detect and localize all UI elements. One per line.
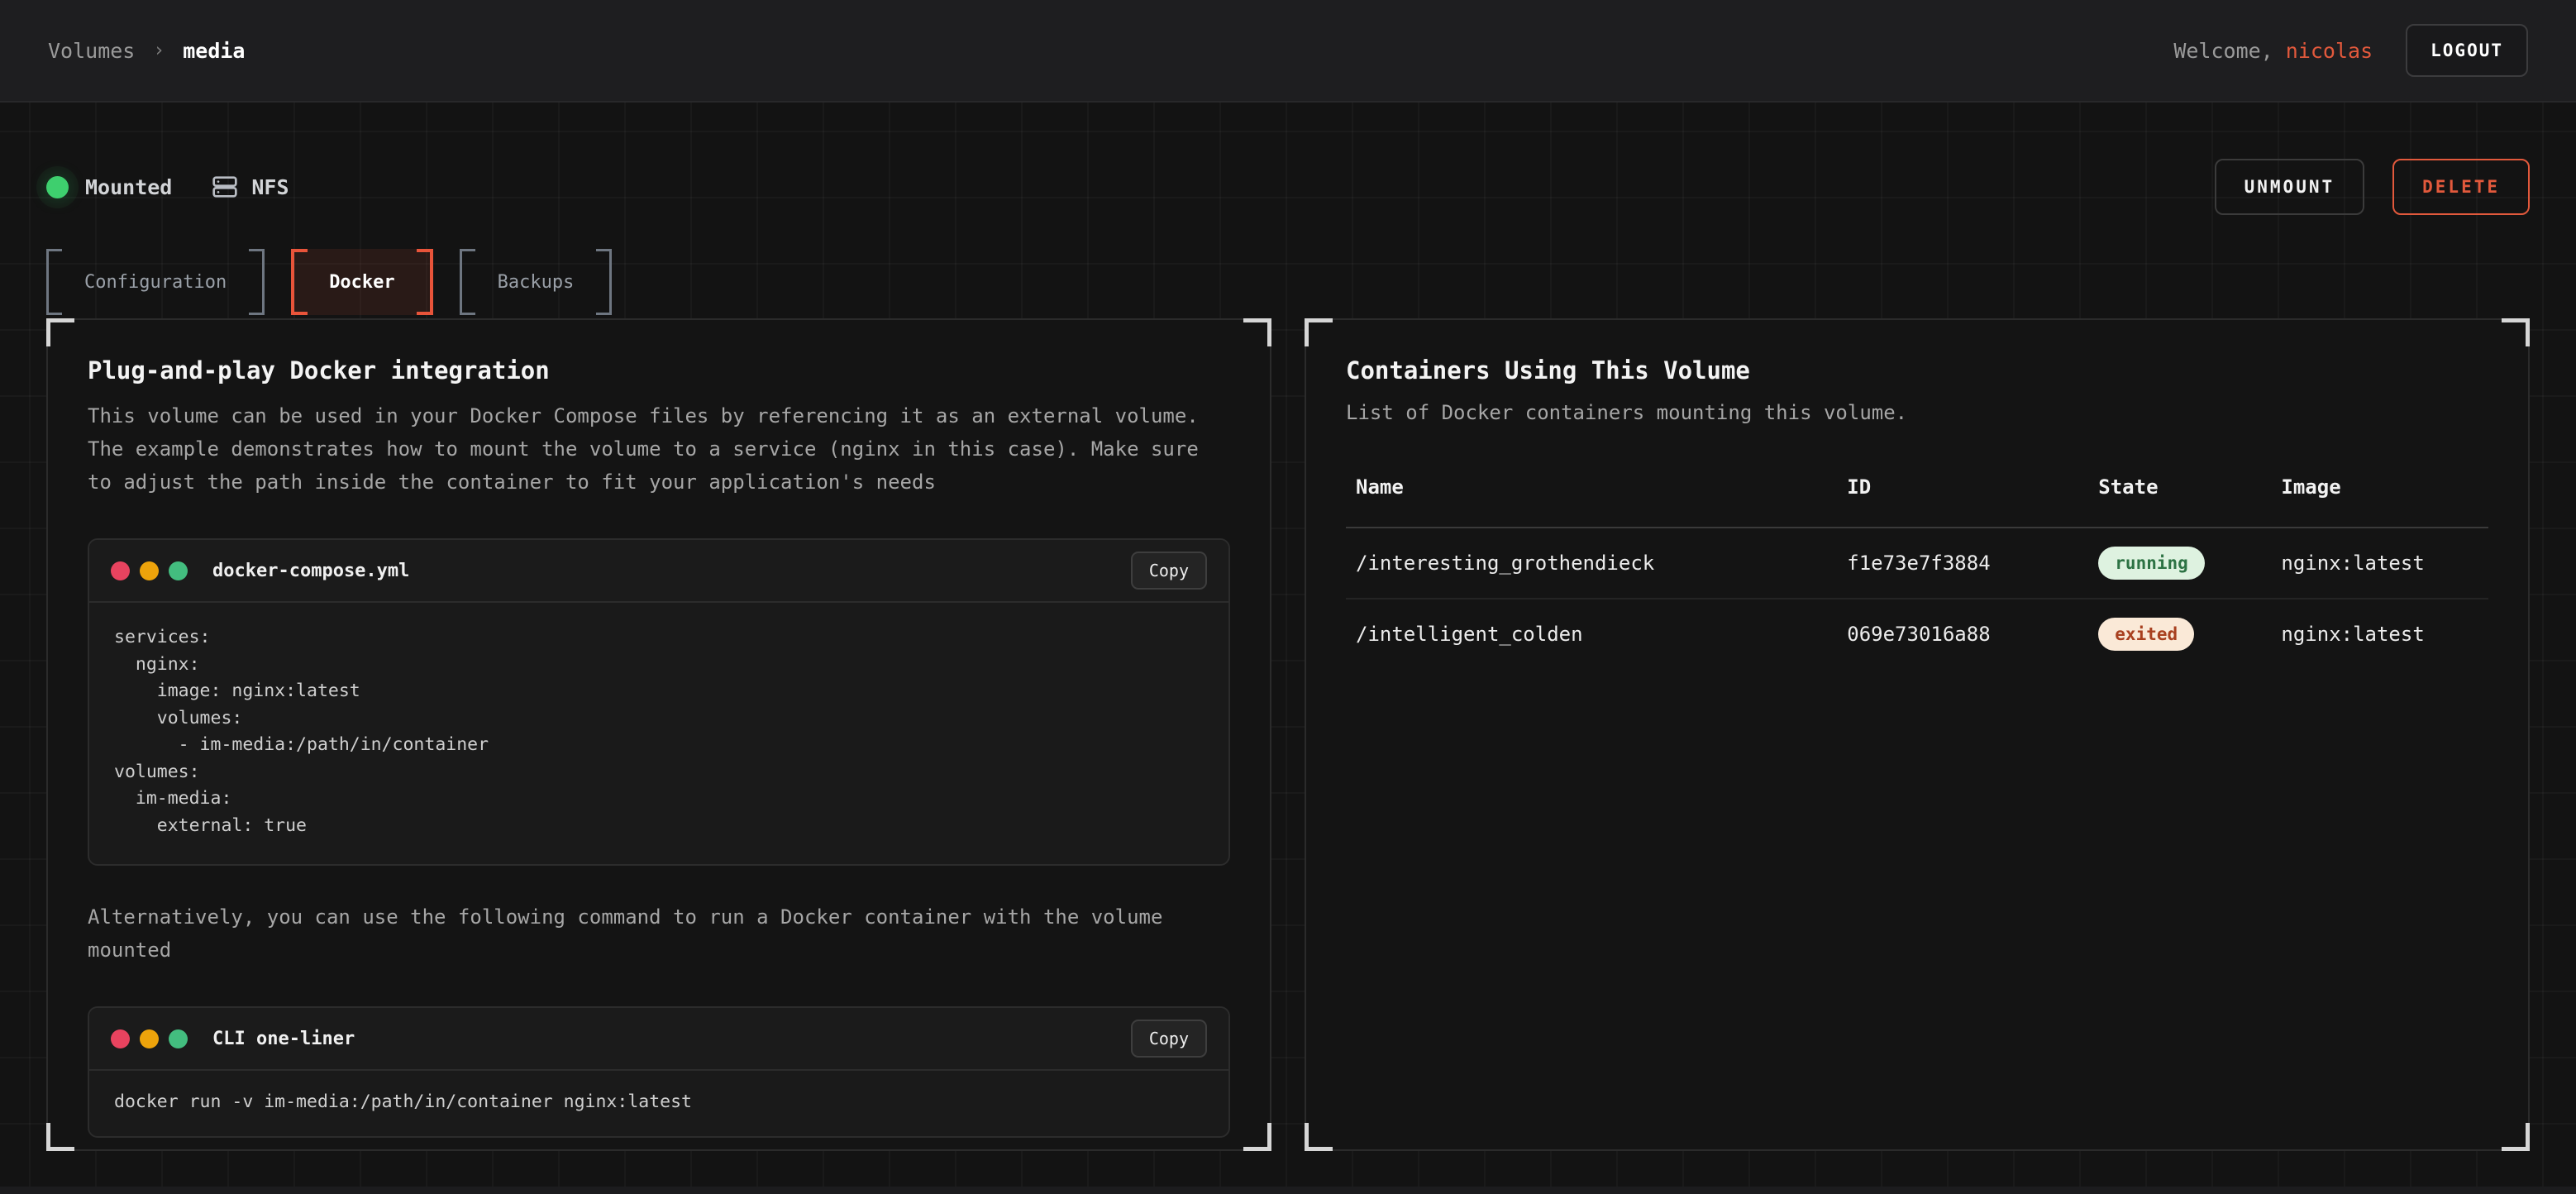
tab-configuration[interactable]: Configuration bbox=[46, 249, 265, 315]
containers-panel-subtitle: List of Docker containers mounting this … bbox=[1346, 401, 2488, 424]
table-row: /intelligent_colden 069e73016a88 exited … bbox=[1346, 599, 2488, 669]
tab-bar: Configuration Docker Backups bbox=[46, 249, 2530, 315]
welcome-text: Welcome, nicolas bbox=[2173, 39, 2373, 63]
panel-corner-bracket bbox=[1305, 1123, 1333, 1151]
window-dots bbox=[111, 1029, 188, 1048]
topbar: Volumes › media Welcome, nicolas LOGOUT bbox=[0, 0, 2576, 103]
column-header-image: Image bbox=[2271, 475, 2488, 528]
delete-button[interactable]: DELETE bbox=[2392, 159, 2530, 215]
docker-panel-description: This volume can be used in your Docker C… bbox=[88, 399, 1230, 499]
breadcrumb-volumes-link[interactable]: Volumes bbox=[48, 39, 135, 63]
status-badge: exited bbox=[2098, 618, 2194, 651]
window-dot-green-icon bbox=[169, 1029, 188, 1048]
container-id: f1e73e7f3884 bbox=[1837, 528, 2088, 599]
cli-code-content: docker run -v im-media:/path/in/containe… bbox=[89, 1071, 1228, 1136]
panel-corner-bracket bbox=[2502, 1123, 2530, 1151]
compose-code-block: docker-compose.yml Copy services: nginx:… bbox=[88, 538, 1230, 866]
cli-intro-text: Alternatively, you can use the following… bbox=[88, 900, 1230, 967]
copy-compose-button[interactable]: Copy bbox=[1131, 552, 1207, 590]
window-dot-red-icon bbox=[111, 1029, 130, 1048]
column-header-state: State bbox=[2088, 475, 2271, 528]
panel-corner-bracket bbox=[46, 318, 74, 346]
container-name: /intelligent_colden bbox=[1346, 599, 1837, 669]
copy-cli-button[interactable]: Copy bbox=[1131, 1020, 1207, 1058]
cli-code-block: CLI one-liner Copy docker run -v im-medi… bbox=[88, 1006, 1230, 1138]
volume-driver-label: NFS bbox=[251, 175, 289, 199]
container-id: 069e73016a88 bbox=[1837, 599, 2088, 669]
unmount-button[interactable]: UNMOUNT bbox=[2215, 159, 2365, 215]
welcome-label: Welcome, bbox=[2173, 39, 2285, 63]
column-header-id: ID bbox=[1837, 475, 2088, 528]
containers-panel: Containers Using This Volume List of Doc… bbox=[1305, 318, 2530, 1151]
tab-docker[interactable]: Docker bbox=[291, 249, 432, 315]
main-content: Mounted NFS UNMOUNT DELETE Configuration… bbox=[0, 103, 2576, 1187]
breadcrumb: Volumes › media bbox=[48, 39, 245, 63]
server-icon bbox=[212, 174, 238, 200]
compose-filename: docker-compose.yml bbox=[212, 561, 409, 581]
containers-panel-title: Containers Using This Volume bbox=[1346, 356, 2488, 384]
breadcrumb-current-volume: media bbox=[183, 39, 245, 63]
table-header-row: Name ID State Image bbox=[1346, 475, 2488, 528]
mounted-status-label: Mounted bbox=[85, 175, 172, 199]
logout-button[interactable]: LOGOUT bbox=[2406, 24, 2528, 77]
container-image: nginx:latest bbox=[2271, 528, 2488, 599]
window-dots bbox=[111, 561, 188, 580]
cli-block-title: CLI one-liner bbox=[212, 1029, 355, 1049]
table-row: /interesting_grothendieck f1e73e7f3884 r… bbox=[1346, 528, 2488, 599]
mounted-status-dot-icon bbox=[46, 176, 69, 198]
docker-panel-title: Plug-and-play Docker integration bbox=[88, 356, 1230, 384]
window-dot-amber-icon bbox=[140, 561, 159, 580]
status-badge: running bbox=[2098, 547, 2205, 580]
chevron-right-icon: › bbox=[153, 40, 165, 61]
panel-corner-bracket bbox=[1305, 318, 1333, 346]
window-dot-red-icon bbox=[111, 561, 130, 580]
compose-code-content: services: nginx: image: nginx:latest vol… bbox=[89, 603, 1228, 864]
tab-backups[interactable]: Backups bbox=[460, 249, 613, 315]
panel-corner-bracket bbox=[2502, 318, 2530, 346]
docker-integration-panel: Plug-and-play Docker integration This vo… bbox=[46, 318, 1271, 1151]
container-image: nginx:latest bbox=[2271, 599, 2488, 669]
panel-corner-bracket bbox=[1243, 318, 1271, 346]
window-dot-green-icon bbox=[169, 561, 188, 580]
username: nicolas bbox=[2286, 39, 2373, 63]
volume-status-row: Mounted NFS UNMOUNT DELETE bbox=[46, 157, 2530, 217]
panel-corner-bracket bbox=[1243, 1123, 1271, 1151]
containers-table: Name ID State Image /interesting_grothen… bbox=[1346, 475, 2488, 669]
bottom-divider bbox=[0, 1187, 2576, 1194]
column-header-name: Name bbox=[1346, 475, 1837, 528]
window-dot-amber-icon bbox=[140, 1029, 159, 1048]
panel-corner-bracket bbox=[46, 1123, 74, 1151]
container-name: /interesting_grothendieck bbox=[1346, 528, 1837, 599]
